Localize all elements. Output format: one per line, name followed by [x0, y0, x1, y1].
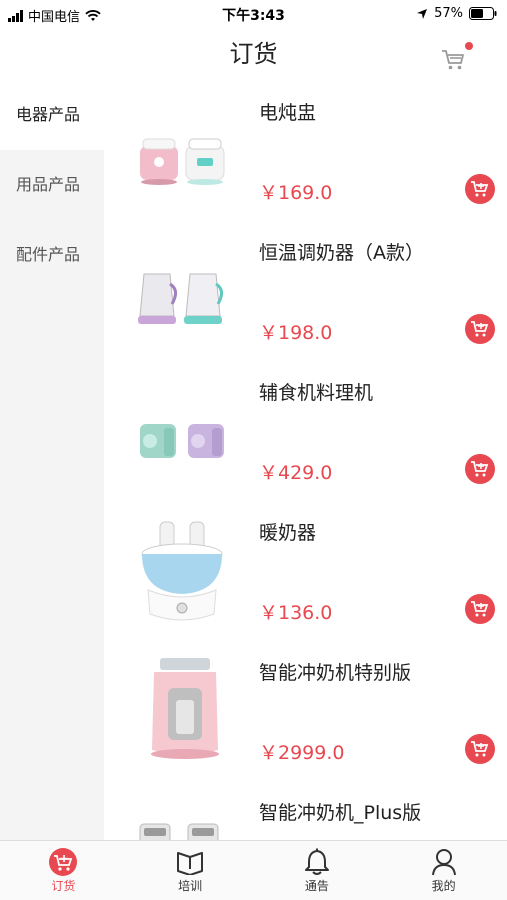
sidebar-item-supplies[interactable]: 用品产品: [0, 150, 104, 220]
product-price: ￥2999.0: [259, 742, 345, 764]
cart-icon: [49, 848, 78, 876]
add-cart-icon: [471, 741, 489, 757]
bottle-warmer-image: [141, 521, 223, 621]
person-icon: [431, 849, 456, 876]
add-to-cart-button[interactable]: [465, 734, 495, 764]
add-cart-icon: [471, 601, 489, 617]
formula-maker-plus-image: [139, 823, 219, 840]
product-name: 辅食机料理机: [259, 382, 374, 404]
product-item[interactable]: 辅食机料理机 ￥429.0: [104, 360, 507, 500]
tab-label: 培训: [178, 879, 203, 893]
sidebar-item-appliances[interactable]: 电器产品: [0, 80, 104, 150]
food-processor-image: [140, 424, 224, 458]
cart-icon: [442, 50, 464, 70]
book-icon: [177, 852, 204, 875]
product-name: 暖奶器: [259, 522, 317, 544]
nav-header: 订货: [0, 28, 507, 80]
product-item[interactable]: 暖奶器 ￥136.0: [104, 500, 507, 640]
battery-icon: [469, 7, 497, 20]
tab-label: 通告: [304, 879, 329, 893]
tab-notice[interactable]: 通告: [254, 841, 381, 900]
location-arrow-icon: [417, 8, 428, 19]
product-price: ￥198.0: [259, 322, 333, 344]
product-list[interactable]: 电炖盅 ￥169.0 恒温调奶器（A款） ￥198.0 辅食机料理机 ￥429.…: [104, 80, 507, 840]
order-screen: 中国电信 下午3:43 57% 订货 电器产品 用品产品 配件产品 电炖盅 ￥1…: [0, 0, 507, 900]
tab-profile[interactable]: 我的: [380, 841, 507, 900]
page-title: 订货: [229, 40, 278, 68]
tab-bar: 订货 培训 通告 我的: [0, 840, 507, 900]
product-item[interactable]: 恒温调奶器（A款） ￥198.0: [104, 220, 507, 360]
tab-label: 订货: [51, 879, 76, 893]
status-bar: 中国电信 下午3:43 57%: [0, 0, 507, 28]
product-price: ￥169.0: [259, 182, 333, 204]
product-name: 智能冲奶机_Plus版: [259, 802, 422, 824]
product-name: 恒温调奶器（A款）: [259, 242, 424, 264]
add-to-cart-button[interactable]: [465, 314, 495, 344]
add-cart-icon: [471, 461, 489, 477]
product-name: 电炖盅: [259, 102, 317, 124]
add-cart-icon: [471, 181, 489, 197]
bell-icon: [304, 848, 329, 875]
kettle-image: [138, 273, 223, 324]
stew-pot-image: [140, 138, 225, 185]
product-price: ￥136.0: [259, 602, 333, 624]
product-name: 智能冲奶机特别版: [259, 662, 412, 684]
add-to-cart-button[interactable]: [465, 594, 495, 624]
product-price: ￥429.0: [259, 462, 333, 484]
product-item[interactable]: 电炖盅 ￥169.0: [104, 80, 507, 220]
product-item[interactable]: 智能冲奶机_Plus版: [104, 780, 507, 840]
tab-label: 我的: [431, 879, 456, 893]
formula-maker-image: [151, 658, 219, 759]
add-cart-icon: [471, 321, 489, 337]
category-sidebar: 电器产品 用品产品 配件产品: [0, 80, 104, 840]
add-to-cart-button[interactable]: [465, 454, 495, 484]
sidebar-item-label: 配件产品: [16, 245, 81, 264]
sidebar-item-accessories[interactable]: 配件产品: [0, 220, 104, 290]
add-to-cart-button[interactable]: [465, 174, 495, 204]
status-right: 57%: [416, 6, 497, 21]
cart-badge: [465, 42, 473, 50]
sidebar-item-label: 电器产品: [16, 105, 81, 124]
battery-percent: 57%: [434, 6, 463, 21]
product-item[interactable]: 智能冲奶机特别版 ￥2999.0: [104, 640, 507, 780]
sidebar-item-label: 用品产品: [16, 175, 81, 194]
tab-training[interactable]: 培训: [127, 841, 254, 900]
tab-order[interactable]: 订货: [0, 841, 127, 900]
cart-button[interactable]: [441, 42, 473, 72]
